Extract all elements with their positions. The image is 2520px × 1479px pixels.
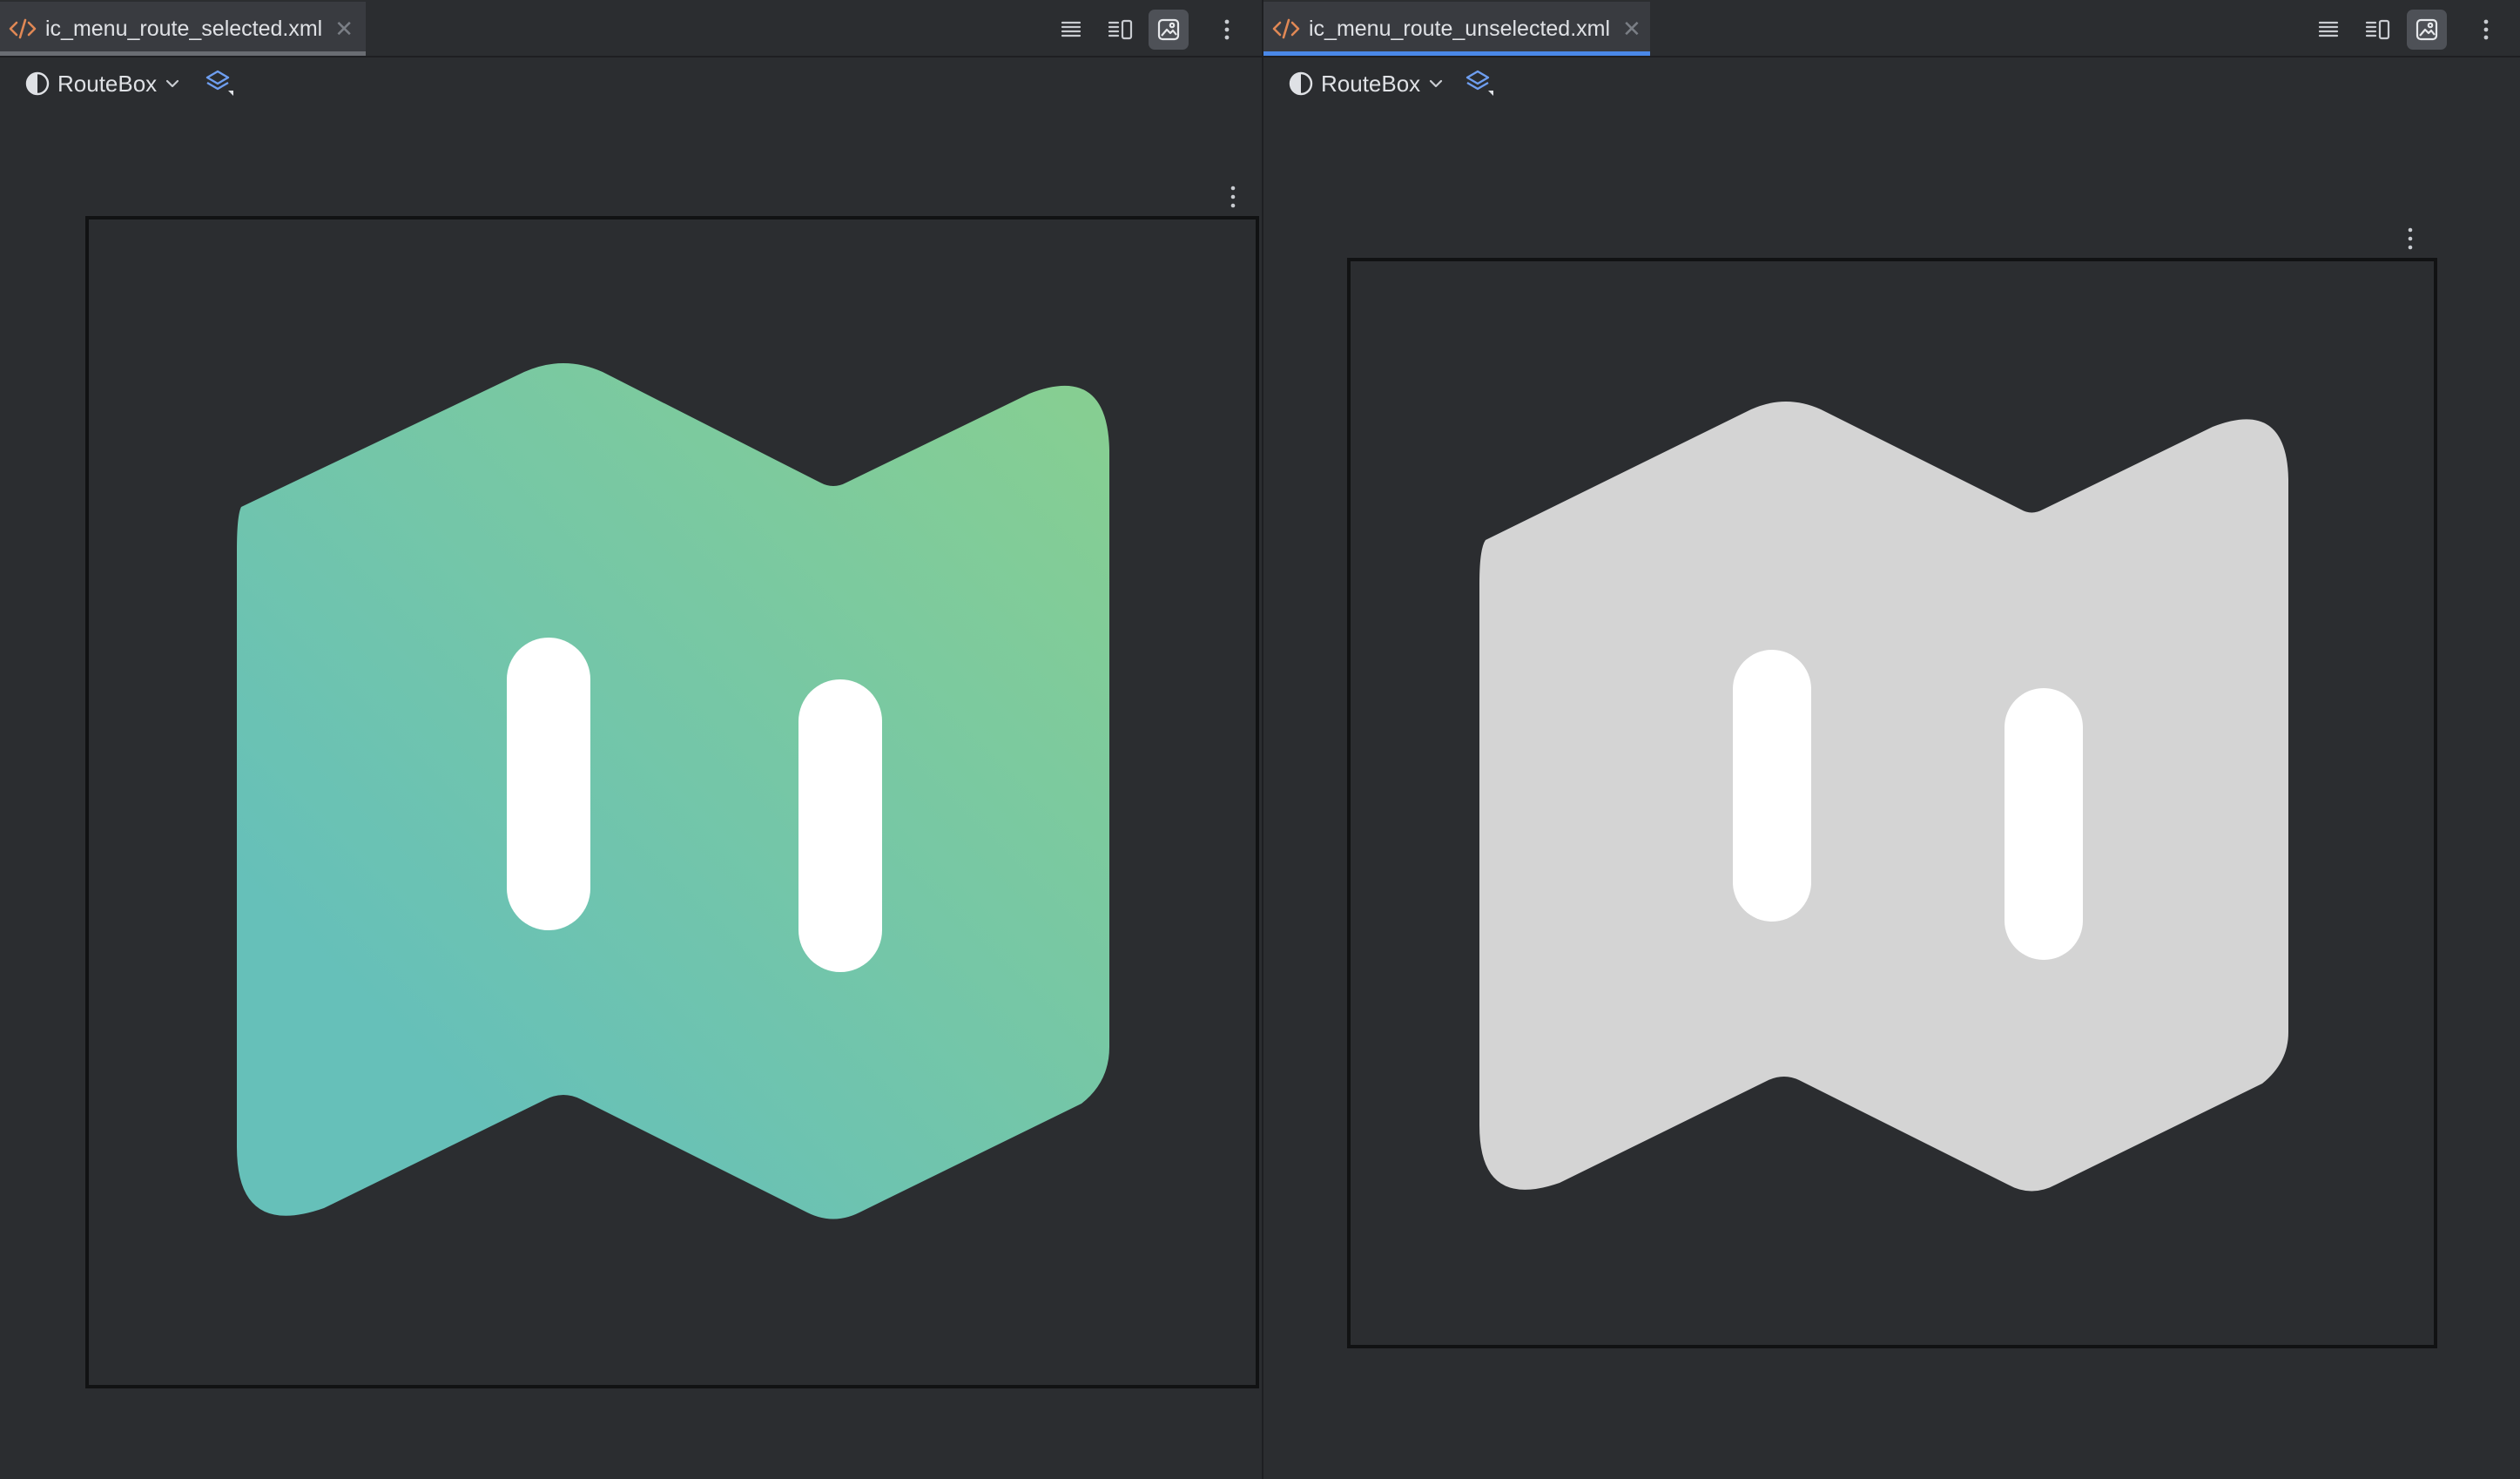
xml-file-icon	[1272, 18, 1300, 39]
preview-more-icon[interactable]	[1224, 181, 1242, 213]
chevron-down-icon	[166, 79, 179, 88]
preview-canvas	[85, 216, 1259, 1388]
map-bar-left	[507, 638, 590, 930]
layers-icon	[1466, 70, 1493, 96]
theme-label: RouteBox	[1321, 70, 1421, 97]
route-map-icon	[1479, 402, 2288, 1192]
preview-canvas	[1347, 258, 2437, 1348]
map-bar-left	[1733, 650, 1811, 922]
tab-underline	[0, 51, 366, 56]
map-bar-right	[798, 679, 882, 972]
split-view-button[interactable]	[2358, 10, 2398, 50]
theme-selector[interactable]: RouteBox	[24, 66, 181, 101]
preview-toolbar: RouteBox	[1263, 57, 2520, 110]
code-view-button[interactable]	[2308, 10, 2348, 50]
chevron-down-icon	[1430, 79, 1443, 88]
theme-label: RouteBox	[57, 70, 158, 97]
tab-ic-menu-route-unselected[interactable]: ic_menu_route_unselected.xml ✕	[1263, 2, 1650, 56]
layers-icon	[206, 70, 233, 96]
tab-bar: ic_menu_route_selected.xml ✕	[0, 2, 1262, 57]
code-view-button[interactable]	[1051, 10, 1091, 50]
design-view-icon	[1157, 18, 1180, 41]
tab-underline	[1263, 51, 1650, 56]
preview-more-icon[interactable]	[2402, 223, 2419, 254]
half-circle-theme-icon	[25, 71, 50, 96]
theme-selector[interactable]: RouteBox	[1288, 66, 1445, 101]
more-vertical-icon	[1224, 19, 1230, 40]
code-view-icon	[2318, 21, 2339, 37]
layers-button[interactable]	[202, 66, 237, 101]
design-view-button[interactable]	[1149, 10, 1189, 50]
map-shape	[237, 363, 1109, 1219]
route-map-icon	[237, 363, 1109, 1219]
ide-window: ic_menu_route_selected.xml ✕ RouteBox ic…	[0, 0, 2520, 1479]
design-view-icon	[2416, 18, 2438, 41]
split-view-button[interactable]	[1101, 10, 1141, 50]
more-options-button[interactable]	[2466, 10, 2506, 50]
code-view-icon	[1061, 21, 1081, 37]
tab-ic-menu-route-selected[interactable]: ic_menu_route_selected.xml ✕	[0, 2, 366, 56]
split-view-icon	[1108, 19, 1133, 40]
editor-pane-unselected: ic_menu_route_unselected.xml ✕ RouteBox	[1263, 0, 2520, 1479]
close-icon[interactable]: ✕	[1622, 17, 1641, 40]
more-vertical-icon	[2483, 19, 2489, 40]
tab-bar: ic_menu_route_unselected.xml ✕	[1263, 2, 2520, 57]
map-bar-right	[2005, 688, 2083, 960]
map-shape	[1479, 402, 2288, 1192]
tab-label: ic_menu_route_selected.xml	[45, 16, 323, 41]
half-circle-theme-icon	[1289, 71, 1313, 96]
close-icon[interactable]: ✕	[334, 17, 354, 40]
more-options-button[interactable]	[1207, 10, 1247, 50]
preview-toolbar: RouteBox	[0, 57, 1262, 110]
design-view-button[interactable]	[2407, 10, 2447, 50]
tab-label: ic_menu_route_unselected.xml	[1309, 16, 1611, 41]
xml-file-icon	[9, 18, 37, 39]
editor-pane-selected: ic_menu_route_selected.xml ✕ RouteBox	[0, 0, 1262, 1479]
layers-button[interactable]	[1462, 66, 1497, 101]
split-view-icon	[2365, 19, 2390, 40]
